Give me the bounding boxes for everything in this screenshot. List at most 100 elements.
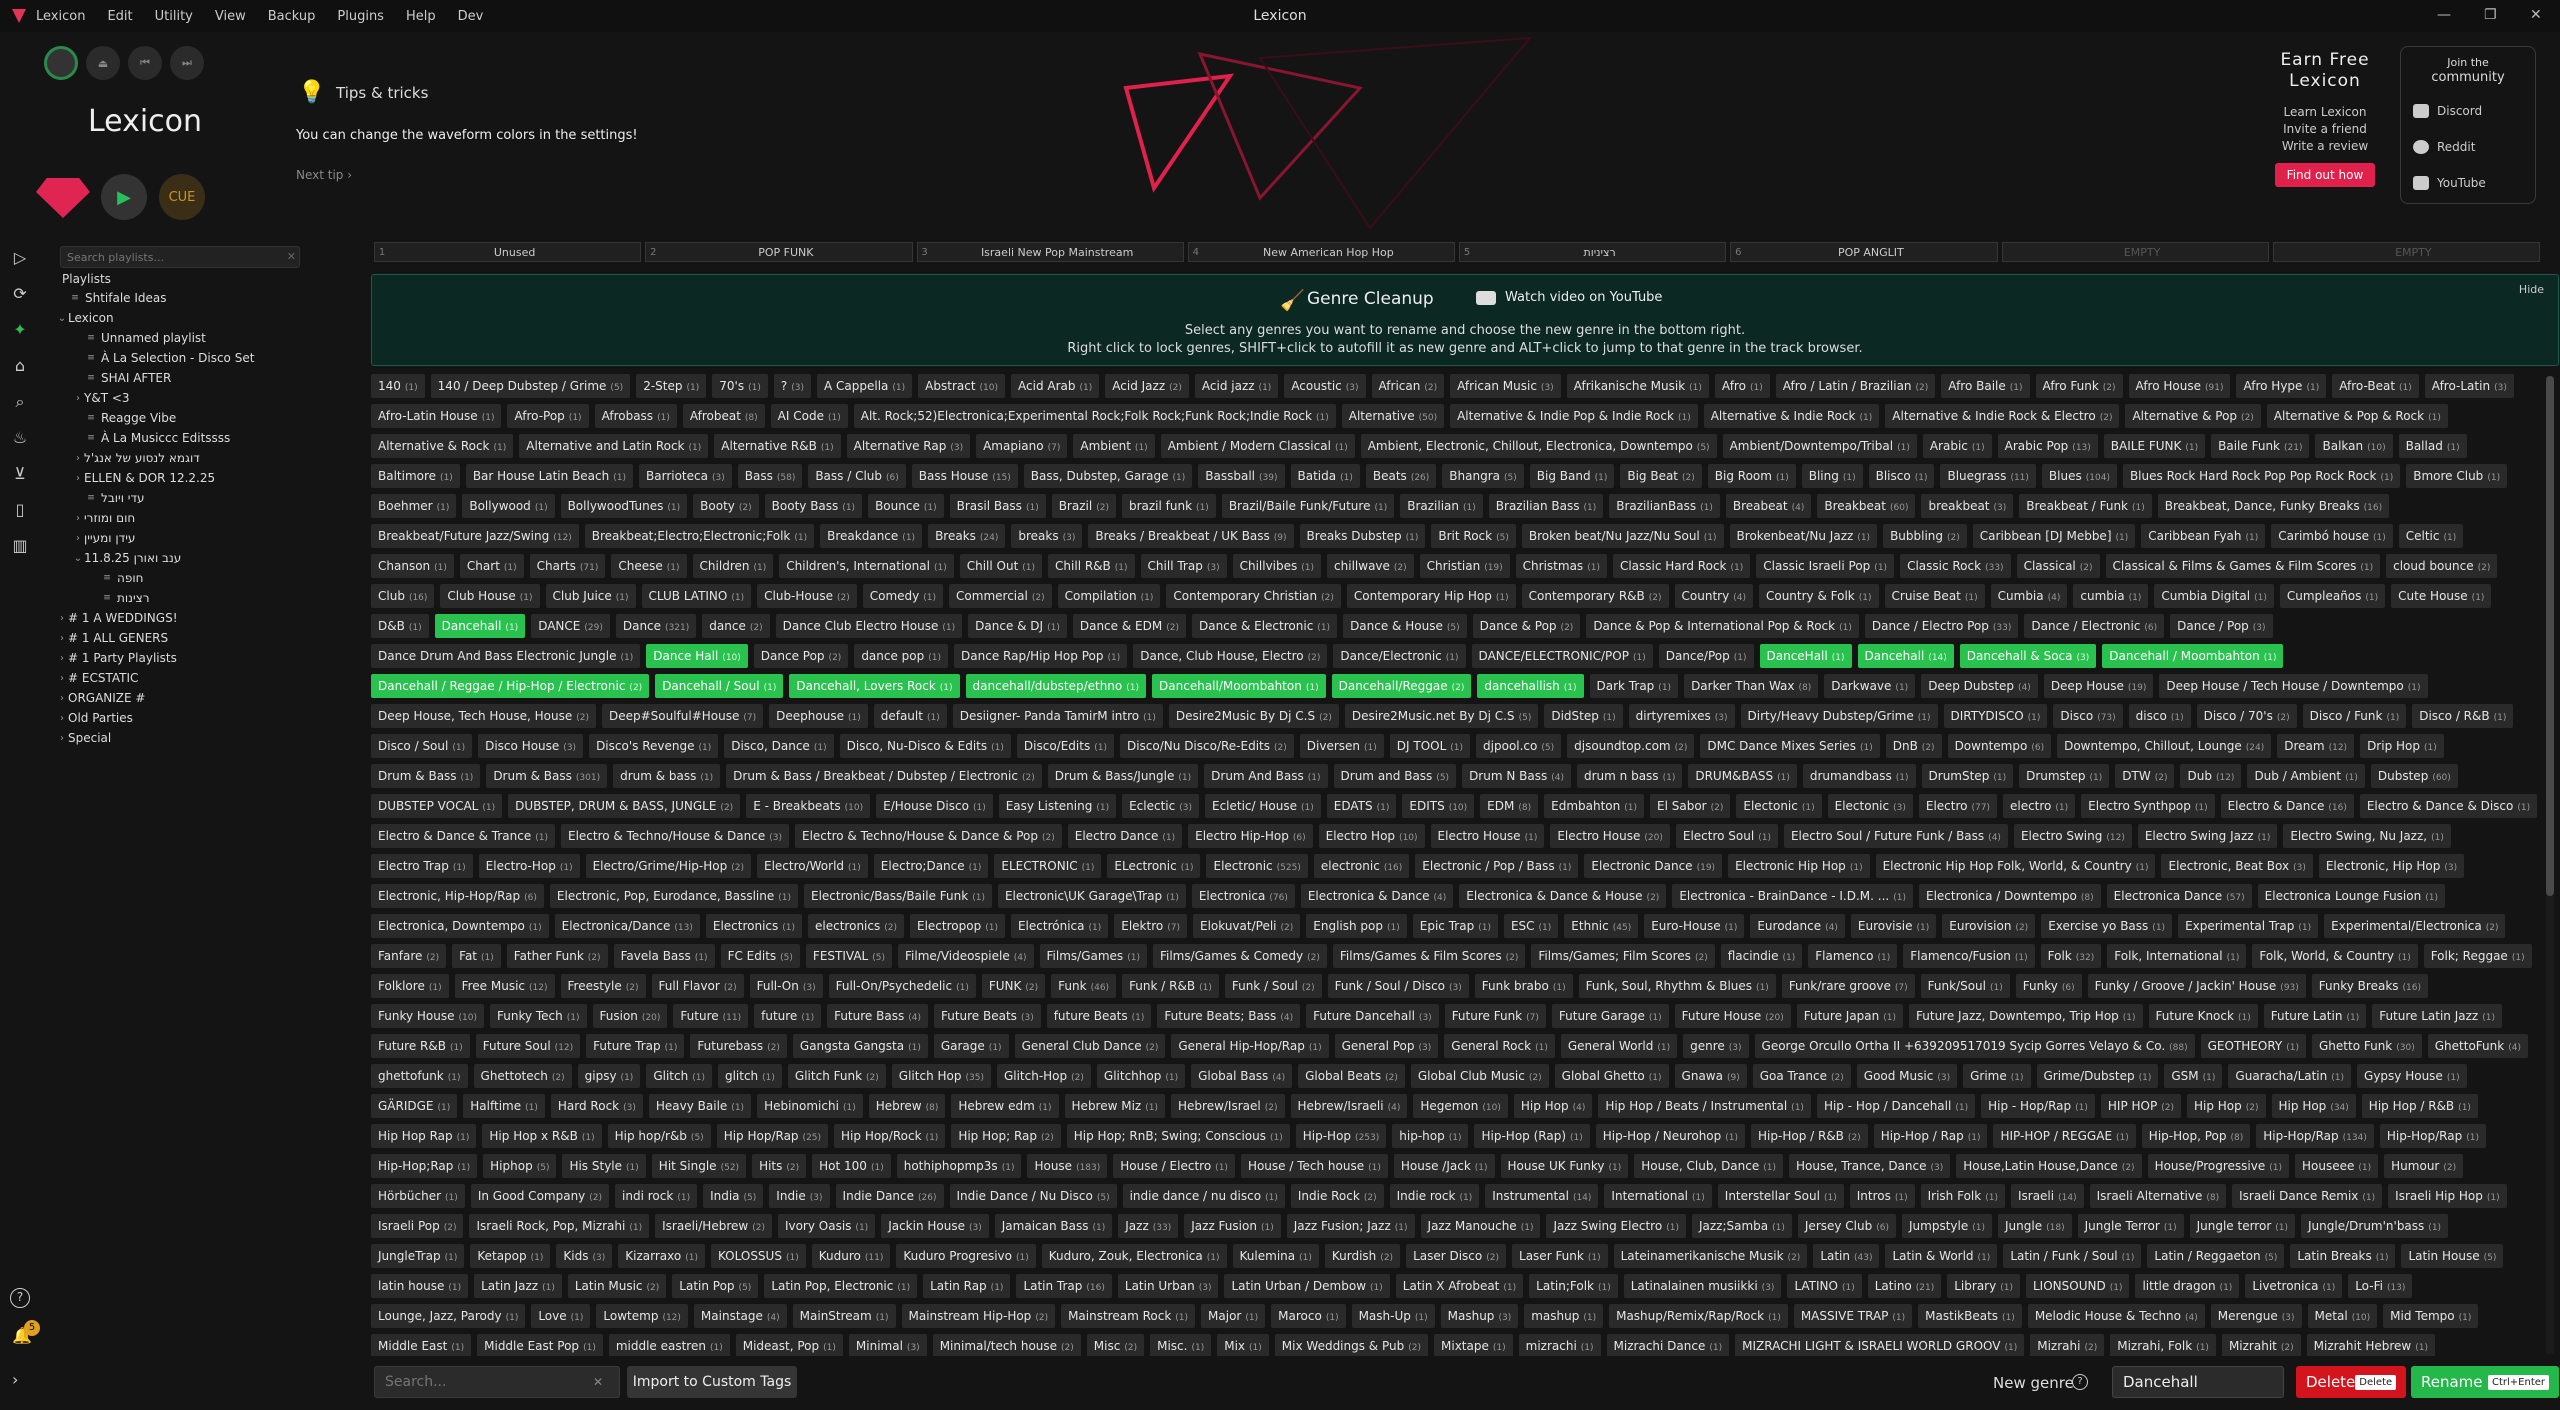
genre-tag[interactable]: Hip-Hop (253) bbox=[1295, 1124, 1387, 1148]
genre-tag[interactable]: Full-On (3) bbox=[749, 974, 823, 998]
genre-tag[interactable]: MainStream (1) bbox=[792, 1304, 896, 1328]
genre-tag[interactable]: LATINO (1) bbox=[1787, 1274, 1862, 1298]
genre-tag[interactable]: Folk, World, & Country (1) bbox=[2252, 944, 2418, 968]
genre-tag[interactable]: Electro Dance (1) bbox=[1067, 824, 1183, 848]
genre-tag[interactable]: AI Code (1) bbox=[770, 404, 848, 428]
genre-tag[interactable]: dance pop (1) bbox=[854, 644, 949, 668]
genre-tag[interactable]: Disco House (3) bbox=[478, 734, 584, 758]
genre-tag[interactable]: hothiphopmp3s (1) bbox=[896, 1154, 1022, 1178]
genre-tag[interactable]: Fanfare (2) bbox=[371, 944, 447, 968]
cue-button[interactable]: CUE bbox=[159, 174, 205, 220]
genre-tag[interactable]: dance (2) bbox=[702, 614, 770, 638]
genre-tag[interactable]: Funky (6) bbox=[2015, 974, 2082, 998]
genre-tag[interactable]: Carimbó house (1) bbox=[2271, 524, 2393, 548]
genre-tag[interactable]: 140 (1) bbox=[371, 374, 425, 398]
genre-tag[interactable]: Electronic Hip Hop Folk, World, & Countr… bbox=[1875, 854, 2156, 878]
genre-tag[interactable]: Electronic, Pop, Eurodance, Bassline (1) bbox=[549, 884, 798, 908]
genre-tag[interactable]: Club House (1) bbox=[440, 584, 540, 608]
genre-tag[interactable]: Hip-Hop (Rap) (1) bbox=[1474, 1124, 1590, 1148]
genre-tag[interactable]: Broken beat/Nu Jazz/Nu Soul (1) bbox=[1521, 524, 1724, 548]
genre-tag[interactable]: Electronic/Bass/Baile Funk (1) bbox=[804, 884, 992, 908]
genre-tag[interactable]: Jackin House (3) bbox=[881, 1214, 989, 1238]
genre-tag[interactable]: Ghetto Funk (30) bbox=[2312, 1034, 2422, 1058]
genre-tag[interactable]: Dream (12) bbox=[2277, 734, 2355, 758]
genre-tag[interactable]: CLUB LATINO (1) bbox=[641, 584, 752, 608]
genre-tag[interactable]: Drum & Bass / Breakbeat / Dubstep / Elec… bbox=[726, 764, 1042, 788]
playlist-item[interactable]: ≡ À La Selection - Disco Set bbox=[56, 348, 304, 368]
genre-tag[interactable]: Lounge, Jazz, Parody (1) bbox=[371, 1304, 526, 1328]
genre-tag[interactable]: Experimental/Electronica (2) bbox=[2324, 914, 2506, 938]
genre-tag[interactable]: drumandbass (1) bbox=[1802, 764, 1916, 788]
genre-tag[interactable]: Deephouse (1) bbox=[769, 704, 868, 728]
genre-tag[interactable]: Middle East Pop (1) bbox=[477, 1334, 603, 1356]
genre-tag[interactable]: Breakbeat;Electro;Electronic;Folk (1) bbox=[584, 524, 815, 548]
play-icon[interactable]: ▷ bbox=[8, 246, 32, 270]
genre-tag[interactable]: Dirty/Heavy Dubstep/Grime (1) bbox=[1740, 704, 1938, 728]
genre-tag[interactable]: Funk / Soul / Disco (3) bbox=[1327, 974, 1469, 998]
genre-tag[interactable]: Hebrew (8) bbox=[868, 1094, 946, 1118]
genre-tag[interactable]: Alternative & Pop (2) bbox=[2125, 404, 2261, 428]
genre-tag[interactable]: Glitch (1) bbox=[646, 1064, 712, 1088]
genre-tag[interactable]: Israeli Hip Hop (1) bbox=[2388, 1184, 2507, 1208]
genre-tag[interactable]: Future Garage (1) bbox=[1551, 1004, 1669, 1028]
genre-tag[interactable]: Humour (2) bbox=[2384, 1154, 2464, 1178]
genre-tag[interactable]: Ecletic/ House (1) bbox=[1205, 794, 1321, 818]
genre-tag[interactable]: Brokenbeat/Nu Jazz (1) bbox=[1729, 524, 1878, 548]
genre-tag[interactable]: Big Room (1) bbox=[1707, 464, 1796, 488]
genre-tag[interactable]: Israeli/Hebrew (2) bbox=[655, 1214, 772, 1238]
genre-tag[interactable]: ? (3) bbox=[773, 374, 811, 398]
chevron-down-icon[interactable]: ⌄ bbox=[56, 313, 68, 324]
discord-link[interactable]: Discord bbox=[2413, 93, 2523, 129]
genre-tag[interactable]: Hebrew/Israel (2) bbox=[1171, 1094, 1285, 1118]
genre-tag[interactable]: 70's (1) bbox=[712, 374, 768, 398]
genre-tag[interactable]: House UK Funky (1) bbox=[1500, 1154, 1629, 1178]
genre-tag[interactable]: Mizrachi Dance (1) bbox=[1606, 1334, 1730, 1356]
genre-tag[interactable]: breakbeat (3) bbox=[1921, 494, 2014, 518]
genre-tag[interactable]: Library (1) bbox=[1947, 1274, 2020, 1298]
genre-tag[interactable]: Drum N Bass (4) bbox=[1462, 764, 1571, 788]
genre-tag[interactable]: Electro House (20) bbox=[1550, 824, 1670, 848]
cart-icon[interactable]: ⊻ bbox=[8, 462, 32, 486]
genre-tag[interactable]: mizrachi (1) bbox=[1518, 1334, 1601, 1356]
youtube-link[interactable]: YouTube bbox=[2413, 165, 2523, 201]
genre-tag[interactable]: Comedy (1) bbox=[862, 584, 944, 608]
genre-tag[interactable]: Dance/Pop (1) bbox=[1658, 644, 1754, 668]
genre-tag[interactable]: Hörbücher (1) bbox=[371, 1184, 465, 1208]
genre-tag[interactable]: Downtempo (6) bbox=[1947, 734, 2052, 758]
genre-tag[interactable]: Electro/Grime/Hip-Hop (2) bbox=[585, 854, 751, 878]
genre-tag[interactable]: Deep House (19) bbox=[2043, 674, 2154, 698]
reddit-link[interactable]: Reddit bbox=[2413, 129, 2523, 165]
genre-tag[interactable]: Eurodance (4) bbox=[1750, 914, 1845, 938]
chevron-right-icon[interactable]: › bbox=[56, 693, 68, 704]
genre-slot[interactable]: 2 POP FUNK bbox=[645, 242, 913, 262]
genre-tag[interactable]: brazil funk (1) bbox=[1121, 494, 1216, 518]
chevron-right-icon[interactable]: › bbox=[56, 713, 68, 724]
genre-tag[interactable]: Jungle (18) bbox=[1998, 1214, 2072, 1238]
find-out-how-button[interactable]: Find out how bbox=[2274, 163, 2376, 187]
menu-plugins[interactable]: Plugins bbox=[337, 9, 384, 24]
genre-tag[interactable]: Bluegrass (11) bbox=[1940, 464, 2036, 488]
minimize-icon[interactable]: — bbox=[2437, 7, 2451, 23]
genre-tag[interactable]: Dance Rap/Hip Hop Pop (1) bbox=[954, 644, 1128, 668]
genre-slot[interactable]: 3 Israeli New Pop Mainstream bbox=[916, 242, 1184, 262]
genre-tag[interactable]: General Rock (1) bbox=[1444, 1034, 1555, 1058]
genre-tag[interactable]: Disco / Funk (1) bbox=[2302, 704, 2407, 728]
genre-tag[interactable]: Latin / Reggaeton (5) bbox=[2147, 1244, 2285, 1268]
genre-tag[interactable]: Latin (43) bbox=[1813, 1244, 1880, 1268]
genre-tag[interactable]: Electro Swing Jazz (1) bbox=[2137, 824, 2278, 848]
genre-tag[interactable]: Classic Rock (33) bbox=[1900, 554, 2011, 578]
genre-tag[interactable]: House / Tech house (1) bbox=[1240, 1154, 1388, 1178]
genre-tag[interactable]: Electronica/Dance (13) bbox=[554, 914, 700, 938]
genre-tag[interactable]: Darkwave (1) bbox=[1824, 674, 1916, 698]
genre-tag[interactable]: MASSIVE TRAP (1) bbox=[1793, 1304, 1913, 1328]
delete-button[interactable]: Delete Delete bbox=[2296, 1366, 2406, 1398]
menu-utility[interactable]: Utility bbox=[155, 9, 193, 24]
genre-tag[interactable]: Chill Trap (3) bbox=[1140, 554, 1227, 578]
genre-tag[interactable]: Electrónica (1) bbox=[1010, 914, 1109, 938]
genre-tag[interactable]: Disco / R&B (1) bbox=[2412, 704, 2514, 728]
genre-tag[interactable]: Electro Hop (10) bbox=[1318, 824, 1425, 848]
genre-tag[interactable]: Indie (3) bbox=[769, 1184, 830, 1208]
genre-tag[interactable]: In Good Company (2) bbox=[470, 1184, 610, 1208]
genre-tag[interactable]: General Club Dance (2) bbox=[1014, 1034, 1166, 1058]
genre-tag[interactable]: Eclectic (3) bbox=[1122, 794, 1199, 818]
